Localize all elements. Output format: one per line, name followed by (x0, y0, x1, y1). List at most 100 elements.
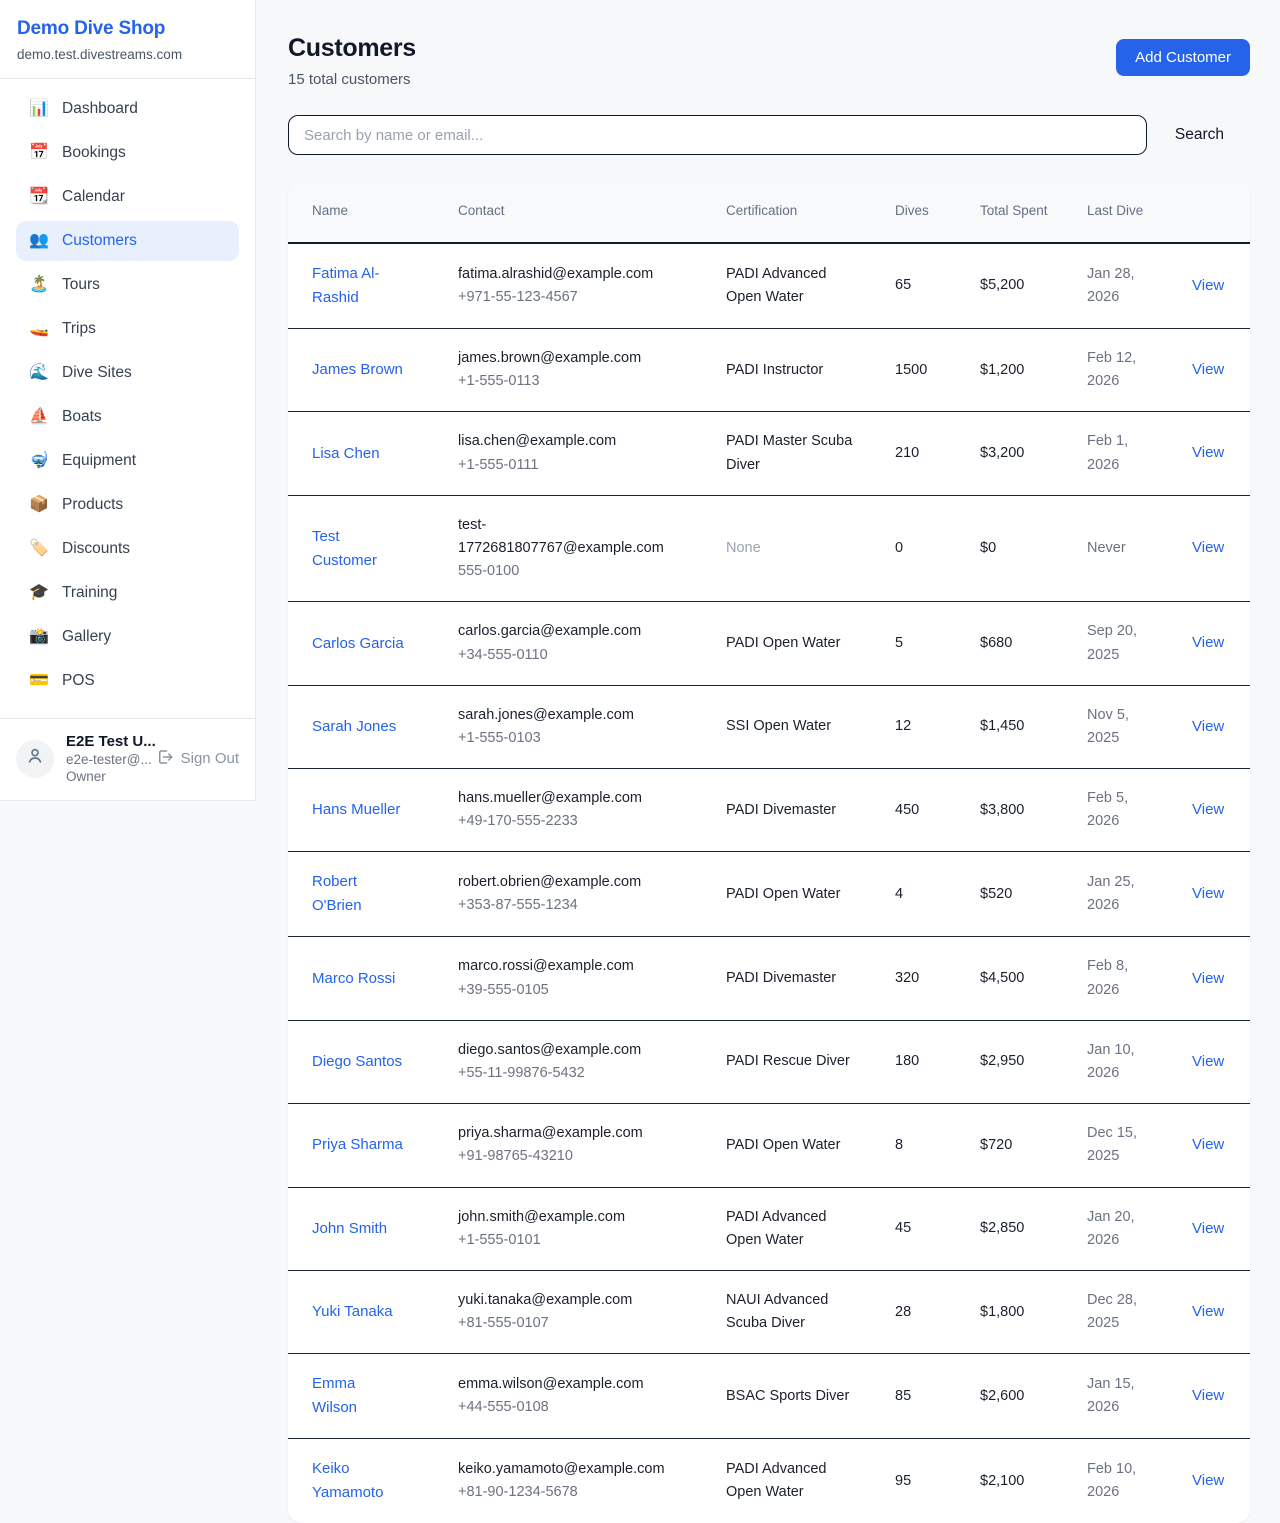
customer-total-spent: $1,800 (980, 1301, 1071, 1324)
view-link[interactable]: View (1192, 718, 1224, 735)
customer-name-link[interactable]: Carlos Garcia (312, 632, 404, 656)
sidebar-item-discounts[interactable]: 🏷️ Discounts (16, 529, 239, 569)
view-link[interactable]: View (1192, 1303, 1224, 1320)
customer-name-link[interactable]: Fatima Al-Rashid (312, 262, 404, 310)
user-role: Owner (66, 769, 156, 784)
add-customer-button[interactable]: Add Customer (1116, 39, 1250, 76)
customer-phone: +1-555-0111 (458, 454, 710, 477)
view-link[interactable]: View (1192, 361, 1224, 378)
sidebar-item-tours[interactable]: 🏝️ Tours (16, 265, 239, 305)
sidebar-item-bookings[interactable]: 📅 Bookings (16, 133, 239, 173)
table-row: Priya Sharma priya.sharma@example.com +9… (288, 1104, 1250, 1187)
sidebar-item-label: Gallery (62, 628, 111, 646)
table-row: Hans Mueller hans.mueller@example.com +4… (288, 769, 1250, 852)
sidebar-item-label: POS (62, 672, 95, 690)
view-link[interactable]: View (1192, 885, 1224, 902)
view-link[interactable]: View (1192, 634, 1224, 651)
customer-certification: PADI Advanced Open Water (726, 1206, 854, 1252)
customer-total-spent: $3,800 (980, 799, 1071, 822)
pos-icon: 💳 (28, 673, 50, 689)
customer-name-link[interactable]: James Brown (312, 358, 404, 382)
sidebar-item-dashboard[interactable]: 📊 Dashboard (16, 89, 239, 129)
view-link[interactable]: View (1192, 277, 1224, 294)
view-link[interactable]: View (1192, 1387, 1224, 1404)
customer-name-link[interactable]: Priya Sharma (312, 1133, 404, 1157)
customer-certification: PADI Master Scuba Diver (726, 430, 854, 476)
customer-email: diego.santos@example.com (458, 1039, 666, 1062)
column-header-actions (1192, 181, 1250, 243)
customer-email: james.brown@example.com (458, 347, 666, 370)
customer-last-dive: Feb 5, 2026 (1087, 787, 1151, 833)
customer-name-link[interactable]: Robert O'Brien (312, 870, 404, 918)
customer-total-spent: $4,500 (980, 967, 1071, 990)
customer-certification: PADI Rescue Diver (726, 1050, 854, 1073)
customer-email: priya.sharma@example.com (458, 1122, 666, 1145)
customer-total-spent: $1,200 (980, 359, 1071, 382)
customer-name-link[interactable]: Test Customer (312, 525, 404, 573)
sidebar-item-label: Dive Sites (62, 364, 132, 382)
sidebar-item-pos[interactable]: 💳 POS (16, 661, 239, 701)
customer-dives: 28 (895, 1301, 964, 1324)
sidebar-item-gallery[interactable]: 📸 Gallery (16, 617, 239, 657)
shop-name: Demo Dive Shop (17, 18, 239, 40)
sign-out-label: Sign Out (181, 750, 239, 767)
sidebar-item-training[interactable]: 🎓 Training (16, 573, 239, 613)
sidebar-item-label: Discounts (62, 540, 130, 558)
view-link[interactable]: View (1192, 970, 1224, 987)
customer-email: john.smith@example.com (458, 1206, 666, 1229)
sidebar-item-dive-sites[interactable]: 🌊 Dive Sites (16, 353, 239, 393)
gallery-icon: 📸 (28, 629, 50, 645)
customer-phone: +49-170-555-2233 (458, 810, 710, 833)
sidebar-item-calendar[interactable]: 📆 Calendar (16, 177, 239, 217)
customer-certification: PADI Advanced Open Water (726, 263, 854, 309)
customer-name-link[interactable]: Keiko Yamamoto (312, 1457, 404, 1505)
sidebar: Demo Dive Shop demo.test.divestreams.com… (0, 0, 256, 801)
customer-total-spent: $0 (980, 537, 1071, 560)
table-row: Sarah Jones sarah.jones@example.com +1-5… (288, 685, 1250, 768)
view-link[interactable]: View (1192, 444, 1224, 461)
table-row: Yuki Tanaka yuki.tanaka@example.com +81-… (288, 1270, 1250, 1353)
view-link[interactable]: View (1192, 1472, 1224, 1489)
view-link[interactable]: View (1192, 1220, 1224, 1237)
column-header-dives: Dives (895, 181, 980, 243)
customer-total-spent: $2,950 (980, 1050, 1071, 1073)
customer-name-link[interactable]: Emma Wilson (312, 1372, 404, 1420)
sign-out-button[interactable]: Sign Out (156, 748, 239, 770)
customer-total-spent: $2,100 (980, 1470, 1071, 1493)
avatar (16, 740, 54, 778)
sidebar-item-customers[interactable]: 👥 Customers (16, 221, 239, 261)
customer-email: marco.rossi@example.com (458, 955, 666, 978)
sidebar-item-trips[interactable]: 🚤 Trips (16, 309, 239, 349)
customer-dives: 210 (895, 442, 964, 465)
page-header: Customers 15 total customers Add Custome… (288, 34, 1250, 88)
customer-name-link[interactable]: Hans Mueller (312, 798, 404, 822)
customer-phone: +1-555-0113 (458, 370, 710, 393)
sidebar-item-boats[interactable]: ⛵ Boats (16, 397, 239, 437)
customer-name-link[interactable]: Marco Rossi (312, 967, 404, 991)
customer-dives: 1500 (895, 359, 964, 382)
customer-last-dive: Sep 20, 2025 (1087, 620, 1151, 666)
customer-dives: 5 (895, 632, 964, 655)
search-input[interactable] (288, 115, 1147, 155)
table-row: Robert O'Brien robert.obrien@example.com… (288, 852, 1250, 937)
customer-certification: PADI Divemaster (726, 799, 854, 822)
search-button[interactable]: Search (1147, 126, 1250, 144)
sidebar-item-label: Bookings (62, 144, 126, 162)
customer-name-link[interactable]: Lisa Chen (312, 442, 404, 466)
sidebar-item-label: Dashboard (62, 100, 138, 118)
sidebar-item-products[interactable]: 📦 Products (16, 485, 239, 525)
tours-icon: 🏝️ (28, 277, 50, 293)
sidebar-item-equipment[interactable]: 🤿 Equipment (16, 441, 239, 481)
customer-name-link[interactable]: Diego Santos (312, 1050, 404, 1074)
customer-name-link[interactable]: Yuki Tanaka (312, 1300, 404, 1324)
view-link[interactable]: View (1192, 1053, 1224, 1070)
view-link[interactable]: View (1192, 1136, 1224, 1153)
customer-name-link[interactable]: Sarah Jones (312, 715, 404, 739)
view-link[interactable]: View (1192, 539, 1224, 556)
customer-name-link[interactable]: John Smith (312, 1217, 404, 1241)
customer-dives: 95 (895, 1470, 964, 1493)
customer-phone: +1-555-0103 (458, 727, 710, 750)
customer-email: hans.mueller@example.com (458, 787, 666, 810)
view-link[interactable]: View (1192, 801, 1224, 818)
customer-certification: PADI Open Water (726, 883, 854, 906)
